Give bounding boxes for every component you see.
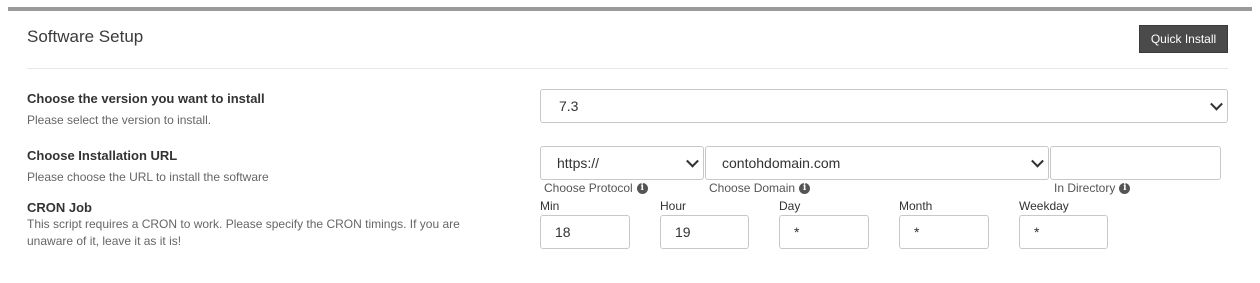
version-selected-value: 7.3	[559, 98, 579, 114]
domain-caption-text: Choose Domain	[709, 181, 796, 195]
top-border	[8, 7, 1252, 11]
cron-day-input[interactable]: *	[779, 215, 869, 249]
divider	[27, 68, 1228, 69]
protocol-caption-text: Choose Protocol	[544, 181, 633, 195]
chevron-down-icon	[1031, 154, 1044, 168]
page-title: Software Setup	[27, 27, 144, 46]
cron-weekday-input[interactable]: *	[1019, 215, 1108, 249]
chevron-down-icon	[686, 154, 699, 168]
directory-caption: In Directory i	[1054, 181, 1131, 195]
quick-install-button[interactable]: Quick Install	[1139, 25, 1228, 53]
cron-month-value: *	[914, 224, 920, 240]
install-url-help: Please choose the URL to install the sof…	[27, 170, 269, 184]
protocol-select[interactable]: https://	[540, 146, 704, 180]
cron-min-value: 18	[555, 224, 571, 240]
cron-weekday-value: *	[1034, 224, 1040, 240]
version-label: Choose the version you want to install	[27, 91, 265, 106]
cron-day-value: *	[794, 224, 800, 240]
cron-label: CRON Job	[27, 200, 92, 215]
info-icon[interactable]: i	[799, 182, 811, 194]
protocol-caption: Choose Protocol i	[544, 181, 648, 195]
info-icon[interactable]: i	[636, 182, 648, 194]
domain-caption: Choose Domain i	[709, 181, 811, 195]
domain-select[interactable]: contohdomain.com	[705, 146, 1049, 180]
info-icon[interactable]: i	[1119, 182, 1131, 194]
install-url-label: Choose Installation URL	[27, 148, 178, 163]
cron-month-label: Month	[899, 199, 933, 213]
cron-weekday-label: Weekday	[1019, 199, 1069, 213]
version-select[interactable]: 7.3	[540, 89, 1228, 123]
protocol-selected-value: https://	[557, 155, 600, 171]
directory-input[interactable]	[1050, 146, 1221, 180]
domain-selected-value: contohdomain.com	[722, 155, 841, 171]
directory-caption-text: In Directory	[1054, 181, 1116, 195]
chevron-down-icon	[1210, 97, 1223, 111]
cron-hour-input[interactable]: 19	[660, 215, 749, 249]
cron-day-label: Day	[779, 199, 801, 213]
cron-hour-value: 19	[675, 224, 691, 240]
cron-min-label: Min	[540, 199, 560, 213]
cron-hour-label: Hour	[660, 199, 687, 213]
version-help: Please select the version to install.	[27, 113, 212, 127]
cron-min-input[interactable]: 18	[540, 215, 630, 249]
cron-month-input[interactable]: *	[899, 215, 989, 249]
cron-help: This script requires a CRON to work. Ple…	[27, 217, 460, 248]
